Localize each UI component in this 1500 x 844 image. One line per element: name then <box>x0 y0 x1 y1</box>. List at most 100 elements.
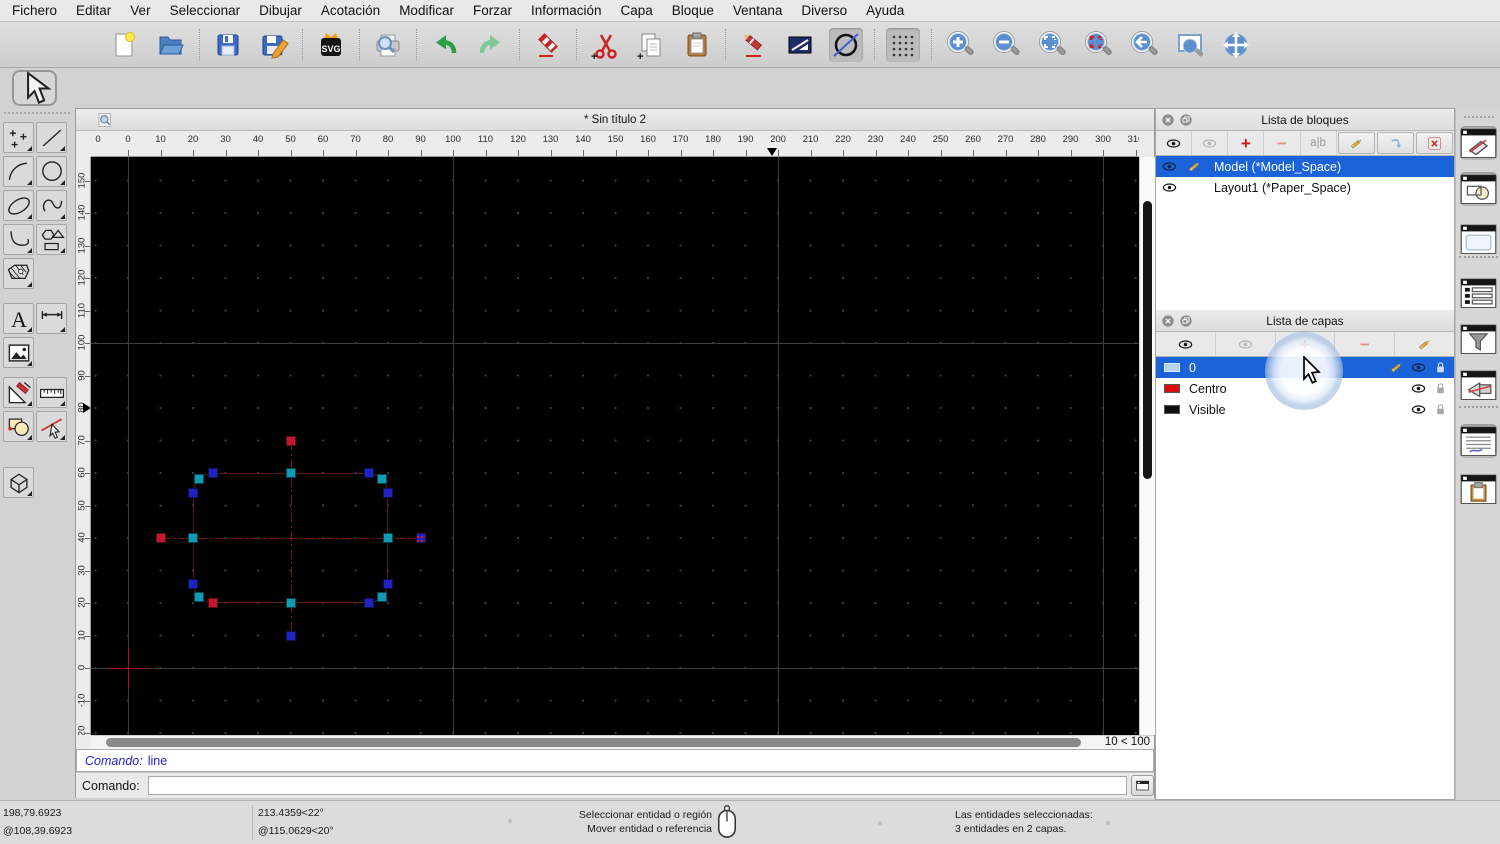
line-attributes-icon[interactable] <box>783 28 817 62</box>
selection-handle-reference[interactable] <box>415 533 426 543</box>
tool-polygon-icon[interactable] <box>36 224 67 255</box>
vertical-scrollbar-thumb[interactable] <box>1143 201 1152 479</box>
lock-icon[interactable] <box>1433 381 1448 396</box>
print-preview-icon[interactable] <box>371 28 405 62</box>
view-projector-widget-icon[interactable] <box>1460 368 1497 402</box>
edit-attributes-icon[interactable] <box>737 28 771 62</box>
document-title-bar[interactable]: * Sin título 2 <box>76 109 1154 131</box>
selection-handle-cyan[interactable] <box>188 533 198 543</box>
tool-spline-icon[interactable] <box>36 190 67 221</box>
remove-layer-button[interactable]: − <box>1335 332 1396 356</box>
selection-handle-red[interactable] <box>155 533 166 543</box>
save-as-icon[interactable] <box>257 28 291 62</box>
tool-modify-icon[interactable] <box>3 377 34 408</box>
new-document-icon[interactable] <box>108 28 142 62</box>
palette-grip[interactable] <box>4 112 70 114</box>
tool-points-icon[interactable] <box>3 122 34 153</box>
open-file-icon[interactable] <box>154 28 188 62</box>
copy-icon[interactable]: + <box>634 28 668 62</box>
tool-line-icon[interactable] <box>36 122 67 153</box>
command-input[interactable] <box>147 776 1128 795</box>
zoom-auto-icon[interactable] <box>1035 28 1069 62</box>
command-widget-icon[interactable] <box>1460 424 1497 458</box>
selection-handle-red[interactable] <box>285 435 296 446</box>
menu-acotacion[interactable]: Acotación <box>321 3 380 18</box>
svg-export-icon[interactable]: SVG <box>314 28 348 62</box>
add-block-button[interactable]: + <box>1228 131 1265 155</box>
selection-tool-button[interactable] <box>12 70 57 106</box>
hide-all-button[interactable] <box>1216 332 1276 356</box>
edit-pencil-icon[interactable] <box>1389 360 1404 375</box>
menu-fichero[interactable]: Fichero <box>12 3 57 18</box>
cut-icon[interactable]: + <box>588 28 622 62</box>
tool-polyline-icon[interactable] <box>3 224 34 255</box>
block-row[interactable]: Layout1 (*Paper_Space) <box>1156 177 1454 198</box>
visibility-eye-icon[interactable] <box>1162 180 1177 195</box>
drawing-canvas[interactable] <box>91 157 1139 735</box>
save-icon[interactable] <box>211 28 245 62</box>
lock-icon[interactable] <box>1433 360 1448 375</box>
zoom-redraw-icon[interactable] <box>1081 28 1115 62</box>
undo-icon[interactable] <box>428 28 462 62</box>
insert-block-button[interactable] <box>1376 132 1414 154</box>
menu-informacion[interactable]: Información <box>531 3 602 18</box>
selection-handle-cyan[interactable] <box>193 473 204 484</box>
tool-measure-icon[interactable] <box>36 377 67 408</box>
layer-row[interactable]: Visible <box>1156 399 1454 420</box>
float-window-icon[interactable] <box>1179 113 1193 127</box>
zoom-in-icon[interactable] <box>943 28 977 62</box>
paste-icon[interactable] <box>680 28 714 62</box>
selection-handle-blue[interactable] <box>188 487 198 498</box>
zoom-window-icon[interactable] <box>1173 28 1207 62</box>
selection-handle-red[interactable] <box>207 598 218 608</box>
horizontal-scrollbar-thumb[interactable] <box>106 738 1081 747</box>
visibility-eye-icon[interactable] <box>1162 159 1177 174</box>
selection-handle-blue[interactable] <box>207 468 218 478</box>
selection-handle-cyan[interactable] <box>383 533 393 543</box>
horizontal-scrollbar[interactable]: 10 < 100 <box>91 735 1154 749</box>
selection-handle-cyan[interactable] <box>377 592 388 603</box>
close-icon[interactable] <box>1161 314 1175 328</box>
zoom-previous-icon[interactable] <box>1127 28 1161 62</box>
entity-list-widget-icon[interactable] <box>1460 276 1497 310</box>
selection-handle-blue[interactable] <box>363 468 374 478</box>
selection-handle-cyan[interactable] <box>285 598 296 608</box>
show-all-button[interactable] <box>1156 131 1193 155</box>
grid-toggle-icon[interactable] <box>886 27 920 62</box>
selection-handle-blue[interactable] <box>363 598 374 608</box>
command-detach-button[interactable] <box>1131 775 1154 796</box>
close-icon[interactable] <box>1161 113 1175 127</box>
visibility-eye-icon[interactable] <box>1411 381 1426 396</box>
dock-grip[interactable] <box>1464 116 1494 118</box>
entity-filter-widget-icon[interactable] <box>1460 322 1497 356</box>
zoom-out-icon[interactable] <box>989 28 1023 62</box>
menu-forzar[interactable]: Forzar <box>473 3 512 18</box>
lock-icon[interactable] <box>1433 402 1448 417</box>
selection-handle-blue[interactable] <box>188 578 198 589</box>
edit-layer-button[interactable] <box>1395 332 1454 356</box>
menu-capa[interactable]: Capa <box>621 3 653 18</box>
menu-bloque[interactable]: Bloque <box>672 3 714 18</box>
menu-seleccionar[interactable]: Seleccionar <box>170 3 241 18</box>
selection-handle-blue[interactable] <box>383 578 393 589</box>
tool-image-icon[interactable] <box>3 337 34 368</box>
menu-modificar[interactable]: Modificar <box>399 3 454 18</box>
selection-handle-cyan[interactable] <box>193 592 204 603</box>
menu-editar[interactable]: Editar <box>76 3 111 18</box>
tool-arc-icon[interactable] <box>3 156 34 187</box>
show-all-button[interactable] <box>1156 332 1216 356</box>
block-list-widget-icon[interactable] <box>1460 126 1497 160</box>
float-window-icon[interactable] <box>1179 314 1193 328</box>
block-row[interactable]: Model (*Model_Space) <box>1156 156 1454 177</box>
draft-mode-icon[interactable] <box>829 27 863 62</box>
tool-text-icon[interactable]: A <box>3 303 34 334</box>
tool-select-entity-icon[interactable] <box>36 411 67 442</box>
redo-icon[interactable] <box>474 28 508 62</box>
tool-circle-icon[interactable] <box>36 156 67 187</box>
library-browser-widget-icon[interactable] <box>1460 222 1497 256</box>
menu-ventana[interactable]: Ventana <box>733 3 783 18</box>
rename-block-button[interactable]: a|b <box>1301 131 1337 155</box>
tool-dimension-icon[interactable] <box>36 303 67 334</box>
menu-ayuda[interactable]: Ayuda <box>866 3 904 18</box>
delete-block-button[interactable] <box>1415 132 1453 154</box>
